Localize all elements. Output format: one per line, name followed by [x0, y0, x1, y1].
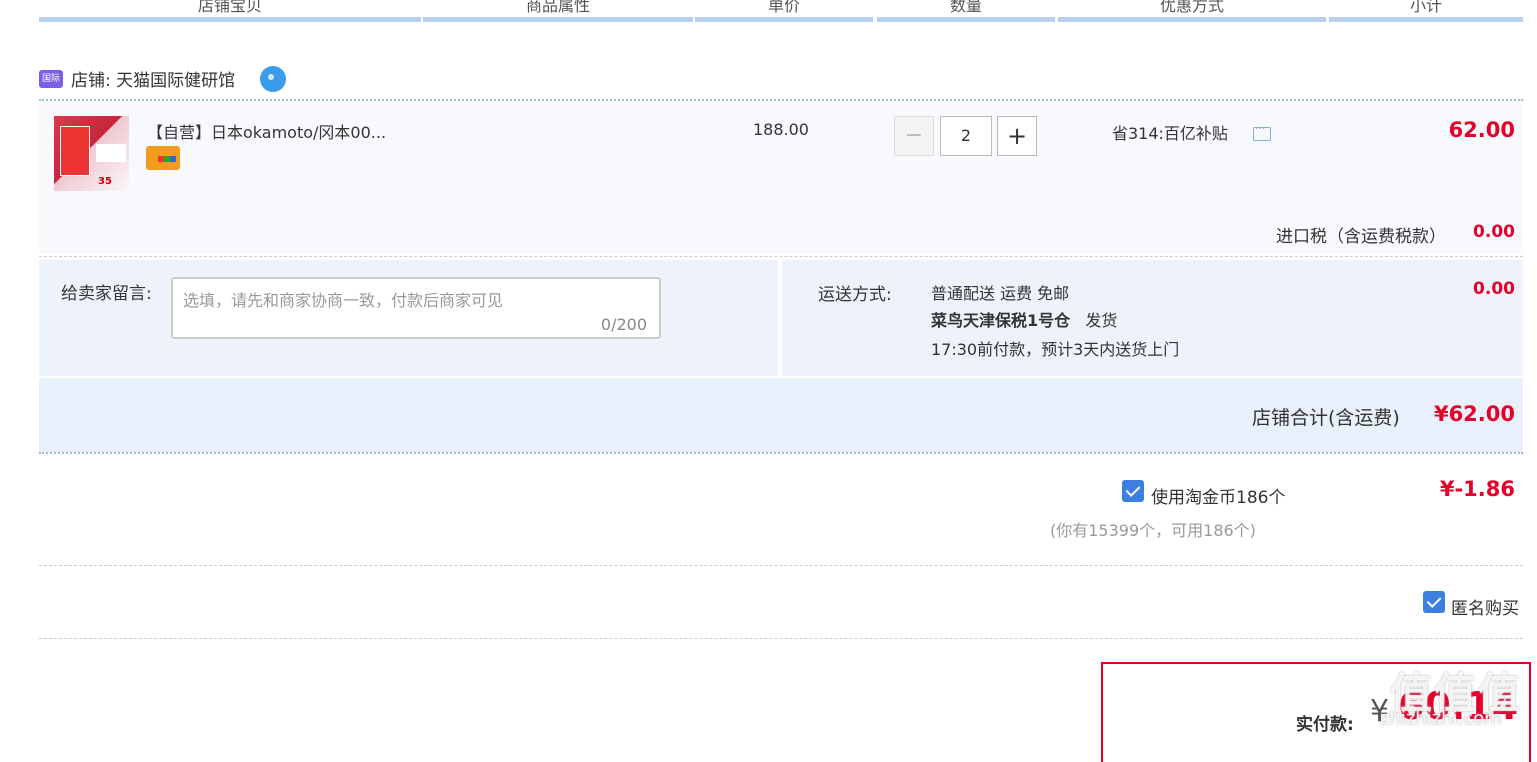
anonymous-checkbox[interactable] [1423, 591, 1445, 613]
credit-card-icon [146, 146, 180, 170]
header-bar [877, 17, 1055, 22]
divider [39, 638, 1523, 639]
taojinbi-balance: (你有15399个，可用186个) [1050, 521, 1256, 540]
shipping-label: 运送方式: [818, 285, 892, 305]
col-header-shop-item: 店铺宝贝 [197, 0, 262, 15]
unit-price: 188.00 [753, 120, 809, 139]
product-thumbnail[interactable]: 35 [54, 116, 129, 191]
comment-icon[interactable] [1253, 122, 1271, 141]
warehouse-name: 菜鸟天津保税1号仓 [931, 311, 1071, 330]
col-header-subtotal: 小计 [1409, 0, 1442, 15]
store-total-value: ¥62.00 [1433, 402, 1515, 426]
shop-name[interactable]: 店铺: 天猫国际健研馆 [71, 66, 235, 91]
divider [39, 452, 1523, 454]
seller-message-input[interactable] [181, 285, 655, 319]
product-image-price: 35 [98, 176, 112, 187]
col-header-discount: 优惠方式 [1159, 0, 1224, 15]
shipping-method: 普通配送 运费 免邮 [931, 284, 1070, 303]
promo-text: 省314:百亿补贴 [1112, 124, 1228, 143]
product-image-label [96, 144, 126, 162]
taojinbi-checkbox[interactable] [1122, 480, 1144, 502]
header-bar [1329, 17, 1523, 22]
shipping-fee: 0.00 [1473, 279, 1515, 299]
tmall-global-icon: 国际 [39, 70, 63, 88]
payment-label: 实付款: [1296, 715, 1354, 735]
header-bar [695, 17, 873, 22]
taojinbi-discount: ¥-1.86 [1439, 477, 1515, 501]
quantity-increase-button[interactable]: + [997, 116, 1037, 156]
import-tax-value: 0.00 [1473, 222, 1515, 242]
store-total-label: 店铺合计(含运费) [1252, 407, 1400, 429]
shipping-warehouse-line: 菜鸟天津保税1号仓 发货 [931, 307, 1117, 331]
delivery-estimate: 17:30前付款，预计3天内送货上门 [931, 340, 1180, 359]
col-header-price: 单价 [767, 0, 800, 15]
quantity-decrease-button[interactable]: − [894, 116, 934, 156]
watermark-site: zhizhizhi.com [1380, 708, 1502, 729]
taojinbi-label[interactable]: 使用淘金币186个 [1151, 483, 1285, 508]
wangwang-icon[interactable] [260, 66, 286, 92]
divider [39, 256, 1523, 257]
item-subtotal: 62.00 [1448, 118, 1515, 142]
header-bar [1058, 17, 1326, 22]
anonymous-label[interactable]: 匿名购买 [1451, 594, 1519, 619]
dispatch-text: 发货 [1085, 311, 1118, 330]
message-char-counter: 0/200 [600, 315, 647, 334]
col-header-attributes: 商品属性 [525, 0, 590, 15]
divider [39, 99, 1523, 101]
header-bar [39, 17, 421, 22]
header-bar [423, 17, 693, 22]
seller-message-box[interactable]: 0/200 [171, 277, 661, 339]
product-image-box [60, 126, 90, 176]
product-title[interactable]: 【自营】日本okamoto/冈本00... [147, 119, 386, 143]
divider [39, 565, 1523, 566]
import-tax-label: 进口税（含运费税款） [1276, 227, 1446, 247]
quantity-input[interactable]: 2 [940, 116, 992, 156]
col-header-quantity: 数量 [949, 0, 982, 15]
message-label: 给卖家留言: [61, 284, 152, 304]
